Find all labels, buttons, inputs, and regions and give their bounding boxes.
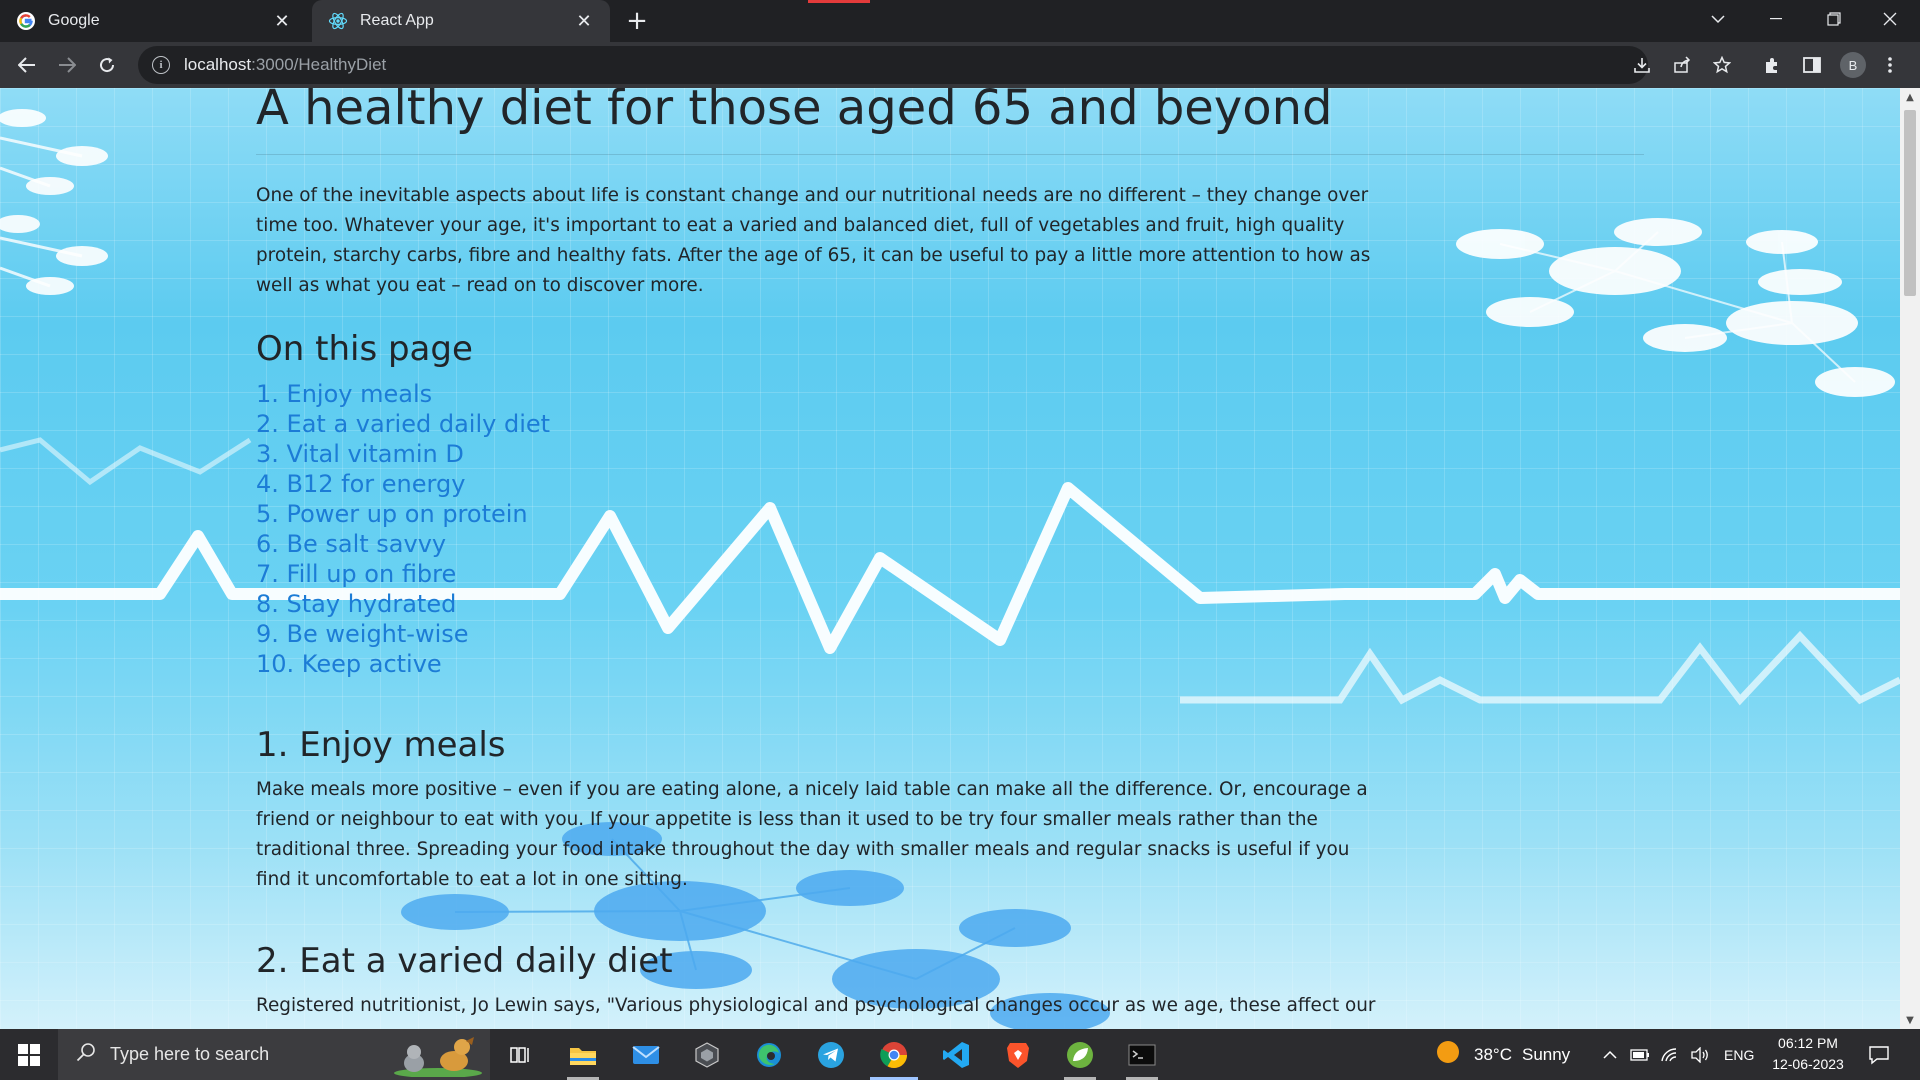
sun-icon <box>1436 1040 1460 1069</box>
close-tab-icon[interactable]: ✕ <box>574 11 594 31</box>
extensions-icon[interactable] <box>1757 50 1787 80</box>
volume-icon[interactable] <box>1690 1029 1710 1080</box>
tab-title: Google <box>48 12 100 29</box>
browser-toolbar: i localhost:3000/HealthyDiet <box>0 42 1920 88</box>
show-hidden-icons-icon[interactable] <box>1602 1029 1618 1080</box>
side-panel-icon[interactable] <box>1797 50 1827 80</box>
tab-search-chevron-icon[interactable] <box>1690 0 1746 38</box>
weather-condition: Sunny <box>1521 1044 1571 1064</box>
battery-icon[interactable] <box>1630 1029 1650 1080</box>
close-tab-icon[interactable]: ✕ <box>272 11 292 31</box>
toc-heading: On this page <box>256 329 473 369</box>
intro-paragraph: One of the inevitable aspects about life… <box>256 185 1371 296</box>
clock-time: 06:12 PM <box>1778 1035 1838 1051</box>
table-of-contents: 1. Enjoy meals 2. Eat a varied daily die… <box>256 379 1386 679</box>
new-tab-button[interactable]: + <box>622 6 652 36</box>
section-text-enjoy-meals: Make meals more positive – even if you a… <box>256 779 1368 890</box>
taskbar-search-box[interactable]: Type here to search <box>58 1029 490 1080</box>
toc-link-enjoy-meals[interactable]: 1. Enjoy meals <box>256 379 1386 409</box>
toc-link-b12[interactable]: 4. B12 for energy <box>256 469 1386 499</box>
edge-icon[interactable] <box>739 1029 799 1080</box>
windows-start-button[interactable] <box>0 1029 58 1080</box>
section-heading-varied-diet: 2. Eat a varied daily diet <box>256 941 673 981</box>
chrome-icon[interactable] <box>864 1029 924 1080</box>
toc-link-vitamin-d[interactable]: 3. Vital vitamin D <box>256 439 1386 469</box>
scrollbar-thumb[interactable] <box>1904 110 1916 296</box>
toc-link-protein[interactable]: 5. Power up on protein <box>256 499 1386 529</box>
app-icon[interactable] <box>677 1029 737 1080</box>
windows-taskbar: Type here to search 38°C Sunny ENG 06:12… <box>0 1029 1920 1080</box>
toc-link-varied-diet[interactable]: 2. Eat a varied daily diet <box>256 409 1386 439</box>
close-window-button[interactable] <box>1862 0 1918 38</box>
spring-icon[interactable] <box>1050 1029 1110 1080</box>
tab-google[interactable]: Google ✕ <box>0 0 308 42</box>
toc-link-active[interactable]: 10. Keep active <box>256 649 1386 679</box>
notification-center-icon[interactable] <box>1868 1029 1890 1080</box>
toc-link-salt[interactable]: 6. Be salt savvy <box>256 529 1386 559</box>
toc-link-hydrated[interactable]: 8. Stay hydrated <box>256 589 1386 619</box>
tab-react-app[interactable]: React App ✕ <box>312 0 610 42</box>
url-host: localhost <box>184 55 252 74</box>
restore-button[interactable] <box>1806 0 1862 38</box>
terminal-icon[interactable] <box>1112 1029 1172 1080</box>
clock-date: 12-06-2023 <box>1772 1056 1844 1072</box>
search-icon <box>76 1042 96 1067</box>
site-info-icon[interactable]: i <box>152 56 170 74</box>
toc-link-weight[interactable]: 9. Be weight-wise <box>256 619 1386 649</box>
wifi-icon[interactable] <box>1660 1029 1680 1080</box>
language-indicator[interactable]: ENG <box>1724 1029 1754 1080</box>
task-view-icon[interactable] <box>490 1029 550 1080</box>
vscode-icon[interactable] <box>926 1029 986 1080</box>
chrome-menu-icon[interactable] <box>1875 50 1905 80</box>
scroll-up-arrow-icon[interactable]: ▲ <box>1900 88 1920 106</box>
file-explorer-icon[interactable] <box>553 1029 613 1080</box>
reload-button[interactable] <box>92 50 122 80</box>
react-icon <box>328 11 348 31</box>
section-text-varied-diet: Registered nutritionist, Jo Lewin says, … <box>256 995 1376 1016</box>
section-heading-enjoy-meals: 1. Enjoy meals <box>256 725 506 765</box>
bookmark-star-icon[interactable] <box>1707 50 1737 80</box>
main-content: A healthy diet for those aged 65 and bey… <box>256 88 1644 1021</box>
share-icon[interactable] <box>1667 50 1697 80</box>
search-highlight-illustration-icon <box>392 1035 484 1080</box>
address-bar[interactable]: i localhost:3000/HealthyDiet <box>138 46 1648 84</box>
page-scrollbar[interactable]: ▲ ▼ <box>1900 88 1920 1029</box>
title-divider <box>256 154 1644 155</box>
profile-avatar[interactable]: B <box>1840 52 1866 78</box>
scroll-down-arrow-icon[interactable]: ▼ <box>1900 1011 1920 1029</box>
back-button[interactable] <box>12 50 42 80</box>
page-title: A healthy diet for those aged 65 and bey… <box>256 88 1333 136</box>
google-icon <box>16 11 36 31</box>
brave-icon[interactable] <box>988 1029 1048 1080</box>
mail-icon[interactable] <box>616 1029 676 1080</box>
toc-link-fibre[interactable]: 7. Fill up on fibre <box>256 559 1386 589</box>
page-viewport: A healthy diet for those aged 65 and bey… <box>0 88 1900 1029</box>
windows-logo-icon <box>18 1043 40 1066</box>
tab-strip: Google ✕ React App ✕ + <box>0 0 1920 42</box>
weather-temperature: 38°C <box>1474 1044 1512 1064</box>
search-placeholder: Type here to search <box>110 1044 270 1064</box>
clock[interactable]: 06:12 PM 12-06-2023 <box>1758 1033 1858 1075</box>
weather-widget[interactable]: 38°C Sunny <box>1436 1029 1570 1080</box>
recording-indicator <box>808 0 870 3</box>
url-path: :3000/HealthyDiet <box>251 55 387 74</box>
tab-title: React App <box>360 12 434 29</box>
telegram-icon[interactable] <box>801 1029 861 1080</box>
install-app-icon[interactable] <box>1627 50 1657 80</box>
forward-button[interactable] <box>52 50 82 80</box>
minimize-button[interactable] <box>1748 0 1804 38</box>
